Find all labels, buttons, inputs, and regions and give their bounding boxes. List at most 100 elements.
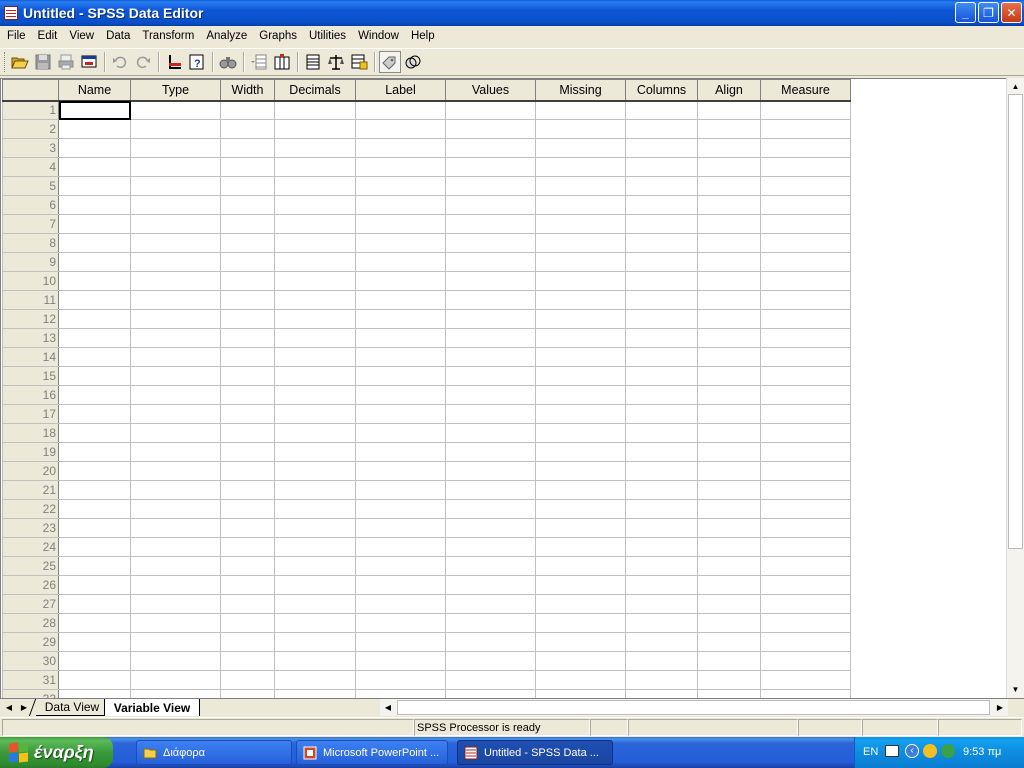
grid-cell[interactable] <box>58 138 131 158</box>
grid-cell[interactable] <box>625 651 698 671</box>
dialog-recall-button[interactable] <box>78 51 100 73</box>
use-sets-button[interactable] <box>402 51 424 73</box>
grid-cell[interactable] <box>445 100 536 120</box>
grid-cell[interactable] <box>58 252 131 272</box>
grid-cell[interactable] <box>58 366 131 386</box>
find-button[interactable] <box>217 51 239 73</box>
grid-cell[interactable] <box>274 556 356 576</box>
grid-cell[interactable] <box>535 119 626 139</box>
grid-cell[interactable] <box>220 214 275 234</box>
grid-cell[interactable] <box>274 119 356 139</box>
grid-cell[interactable] <box>274 290 356 310</box>
grid-cell[interactable] <box>535 594 626 614</box>
grid-cell[interactable] <box>58 461 131 481</box>
grid-cell[interactable] <box>274 613 356 633</box>
tab-prev-icon[interactable]: ◀ <box>2 700 16 715</box>
grid-cell[interactable] <box>220 290 275 310</box>
grid-cell[interactable] <box>58 404 131 424</box>
grid-cell[interactable] <box>625 689 698 698</box>
grid-cell[interactable] <box>355 214 446 234</box>
grid-cell[interactable] <box>58 556 131 576</box>
grid-cell[interactable] <box>535 138 626 158</box>
grid-cell[interactable] <box>355 518 446 538</box>
grid-cell[interactable] <box>625 632 698 652</box>
grid-cell[interactable] <box>760 594 851 614</box>
row-header[interactable]: 17 <box>2 404 59 424</box>
row-header[interactable]: 29 <box>2 632 59 652</box>
grid-cell[interactable] <box>535 404 626 424</box>
column-header-type[interactable]: Type <box>130 79 221 102</box>
grid-cell[interactable] <box>220 461 275 481</box>
grid-cell[interactable] <box>130 689 221 698</box>
grid-cell[interactable] <box>274 442 356 462</box>
grid-cell[interactable] <box>220 670 275 690</box>
grid-cell[interactable] <box>445 195 536 215</box>
select-cases-button[interactable] <box>348 51 370 73</box>
grid-cell[interactable] <box>535 271 626 291</box>
row-header[interactable]: 28 <box>2 613 59 633</box>
column-header-name[interactable]: Name <box>58 79 131 102</box>
grid-cell[interactable] <box>535 480 626 500</box>
grid-cell[interactable] <box>625 233 698 253</box>
row-header[interactable]: 18 <box>2 423 59 443</box>
grid-cell[interactable] <box>355 309 446 329</box>
grid-cell[interactable] <box>355 138 446 158</box>
row-header[interactable]: 7 <box>2 214 59 234</box>
grid-cell[interactable] <box>445 442 536 462</box>
grid-cell[interactable] <box>220 138 275 158</box>
grid-cell[interactable] <box>355 195 446 215</box>
taskbar-item-spss[interactable]: Untitled - SPSS Data ... <box>457 740 613 765</box>
grid-cell[interactable] <box>445 594 536 614</box>
value-labels-button[interactable] <box>379 51 401 73</box>
grid-cell[interactable] <box>535 499 626 519</box>
grid-cell[interactable] <box>625 328 698 348</box>
grid-cell[interactable] <box>445 176 536 196</box>
grid-cell[interactable] <box>697 518 761 538</box>
menu-window[interactable]: Window <box>352 30 405 42</box>
grid-cell[interactable] <box>130 100 221 120</box>
grid-cell[interactable] <box>274 271 356 291</box>
grid-cell[interactable] <box>58 499 131 519</box>
grid-cell[interactable] <box>697 157 761 177</box>
horizontal-scroll-thumb[interactable] <box>397 700 990 715</box>
grid-cell[interactable] <box>58 214 131 234</box>
grid-cell[interactable] <box>220 119 275 139</box>
grid-cell[interactable] <box>274 214 356 234</box>
grid-cell[interactable] <box>220 100 275 120</box>
grid-cell[interactable] <box>625 195 698 215</box>
grid-cell[interactable] <box>535 195 626 215</box>
grid-cell[interactable] <box>625 461 698 481</box>
grid-cell[interactable] <box>760 309 851 329</box>
grid-cell[interactable] <box>445 290 536 310</box>
grid-cell[interactable] <box>58 423 131 443</box>
grid-cell[interactable] <box>274 594 356 614</box>
grid-cell[interactable] <box>697 385 761 405</box>
grid-cell[interactable] <box>625 480 698 500</box>
grid-cell[interactable] <box>535 423 626 443</box>
grid-cell[interactable] <box>58 537 131 557</box>
menu-file[interactable]: File <box>1 30 32 42</box>
grid-cell[interactable] <box>58 157 131 177</box>
grid-cell[interactable] <box>355 157 446 177</box>
grid-cell[interactable] <box>130 385 221 405</box>
grid-cell[interactable] <box>58 670 131 690</box>
grid-cell[interactable] <box>355 176 446 196</box>
grid-cell[interactable] <box>445 518 536 538</box>
grid-cell[interactable] <box>274 366 356 386</box>
grid-cell[interactable] <box>355 404 446 424</box>
grid-cell[interactable] <box>274 328 356 348</box>
keyboard-icon[interactable] <box>885 745 899 757</box>
scroll-up-icon[interactable]: ▲ <box>1007 78 1024 95</box>
grid-cell[interactable] <box>760 195 851 215</box>
grid-cell[interactable] <box>697 689 761 698</box>
menu-view[interactable]: View <box>63 30 100 42</box>
grid-cell[interactable] <box>535 689 626 698</box>
grid-cell[interactable] <box>535 613 626 633</box>
grid-cell[interactable] <box>220 271 275 291</box>
column-header-label[interactable]: Label <box>355 79 446 102</box>
grid-cell[interactable] <box>625 670 698 690</box>
grid-cell[interactable] <box>697 195 761 215</box>
grid-cell[interactable] <box>220 556 275 576</box>
grid-cell[interactable] <box>535 157 626 177</box>
grid-cell[interactable] <box>535 366 626 386</box>
